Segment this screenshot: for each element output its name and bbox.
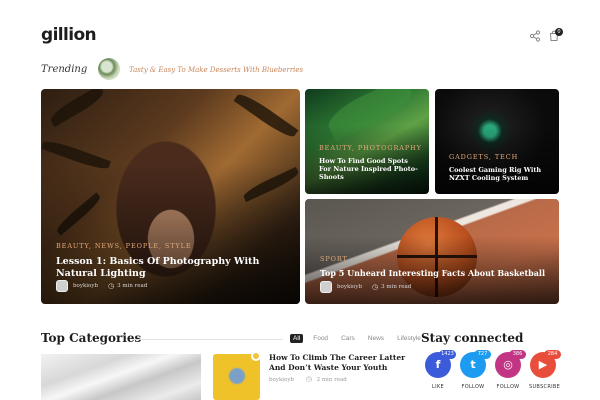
trending-label: Trending xyxy=(41,64,88,75)
top-categories-heading: Top Categories xyxy=(41,331,142,345)
trending-thumbnail[interactable] xyxy=(98,58,120,80)
featured-card-basketball[interactable]: SPORT Top 5 Unheard Interesting Facts Ab… xyxy=(305,199,559,304)
card-categories[interactable]: BEAUTY, NEWS, PEOPLE, STYLE xyxy=(56,242,192,250)
clock-icon: ◷ xyxy=(371,283,379,291)
social-youtube[interactable]: ▶ 284 SUBSCRIBE xyxy=(529,350,561,390)
social-instagram[interactable]: ◎ 386 FOLLOW xyxy=(494,350,526,390)
post-thumbnail[interactable] xyxy=(213,354,260,400)
card-title[interactable]: Coolest Gaming Rig With NZXT Cooling Sys… xyxy=(449,166,549,182)
social-twitter[interactable]: t 727 FOLLOW xyxy=(459,350,491,390)
facebook-label[interactable]: LIKE xyxy=(424,384,452,390)
share-icon[interactable] xyxy=(529,30,541,42)
read-time: 2 min read xyxy=(316,377,347,383)
author-name[interactable]: boykioyb xyxy=(269,377,294,383)
category-filter-tabs: All Food Cars News Lifestyle xyxy=(290,334,424,343)
author-name[interactable]: boykioyb xyxy=(73,283,98,289)
read-time: 3 min read xyxy=(117,283,148,289)
card-meta: boykioyb ◷ 3 min read xyxy=(56,280,147,292)
facebook-count: 1423 xyxy=(439,350,456,359)
filter-tab-food[interactable]: Food xyxy=(310,334,331,343)
post-meta: boykioyb ◷ 2 min read xyxy=(269,375,347,383)
card-meta: boykioyb ◷ 3 min read xyxy=(320,281,411,293)
instagram-count: 386 xyxy=(509,350,526,359)
read-time: 3 min read xyxy=(381,284,412,290)
card-title[interactable]: How To Find Good Spots For Nature Inspir… xyxy=(319,157,419,181)
featured-card-gaming[interactable]: GADGETS, TECH Coolest Gaming Rig With NZ… xyxy=(435,89,559,194)
card-categories[interactable]: SPORT xyxy=(320,255,348,263)
filter-tab-lifestyle[interactable]: Lifestyle xyxy=(394,334,424,343)
filter-tab-news[interactable]: News xyxy=(365,334,387,343)
site-logo[interactable]: gillion xyxy=(41,25,97,45)
card-title[interactable]: Top 5 Unheard Interesting Facts About Ba… xyxy=(320,268,555,278)
twitter-label[interactable]: FOLLOW xyxy=(459,384,487,390)
post-title-link[interactable]: How To Climb The Career Latter And Don’t… xyxy=(269,353,409,373)
author-name[interactable]: boykioyb xyxy=(337,284,362,290)
featured-card-nature[interactable]: BEAUTY, PHOTOGRAPHY How To Find Good Spo… xyxy=(305,89,429,194)
cart-count-badge: 0 xyxy=(555,28,563,36)
youtube-count: 284 xyxy=(544,350,561,359)
author-avatar[interactable] xyxy=(320,281,332,293)
post-badge xyxy=(251,351,261,361)
section-divider xyxy=(133,339,283,340)
trending-headline-link[interactable]: Tasty & Easy To Make Desserts With Blueb… xyxy=(129,66,303,74)
category-feature-image[interactable] xyxy=(41,354,201,400)
clock-icon: ◷ xyxy=(107,282,115,290)
card-categories[interactable]: GADGETS, TECH xyxy=(449,153,518,161)
featured-card-photography[interactable]: BEAUTY, NEWS, PEOPLE, STYLE Lesson 1: Ba… xyxy=(41,89,300,304)
stay-connected-heading: Stay connected xyxy=(421,331,524,345)
social-facebook[interactable]: f 1423 LIKE xyxy=(424,350,456,390)
card-title[interactable]: Lesson 1: Basics Of Photography With Nat… xyxy=(56,256,296,280)
card-categories[interactable]: BEAUTY, PHOTOGRAPHY xyxy=(319,144,422,152)
author-avatar[interactable] xyxy=(56,280,68,292)
filter-tab-cars[interactable]: Cars xyxy=(338,334,358,343)
instagram-label[interactable]: FOLLOW xyxy=(494,384,522,390)
clock-icon: ◷ xyxy=(305,375,312,383)
filter-tab-all[interactable]: All xyxy=(290,334,304,343)
youtube-label[interactable]: SUBSCRIBE xyxy=(529,384,560,390)
twitter-count: 727 xyxy=(474,350,491,359)
